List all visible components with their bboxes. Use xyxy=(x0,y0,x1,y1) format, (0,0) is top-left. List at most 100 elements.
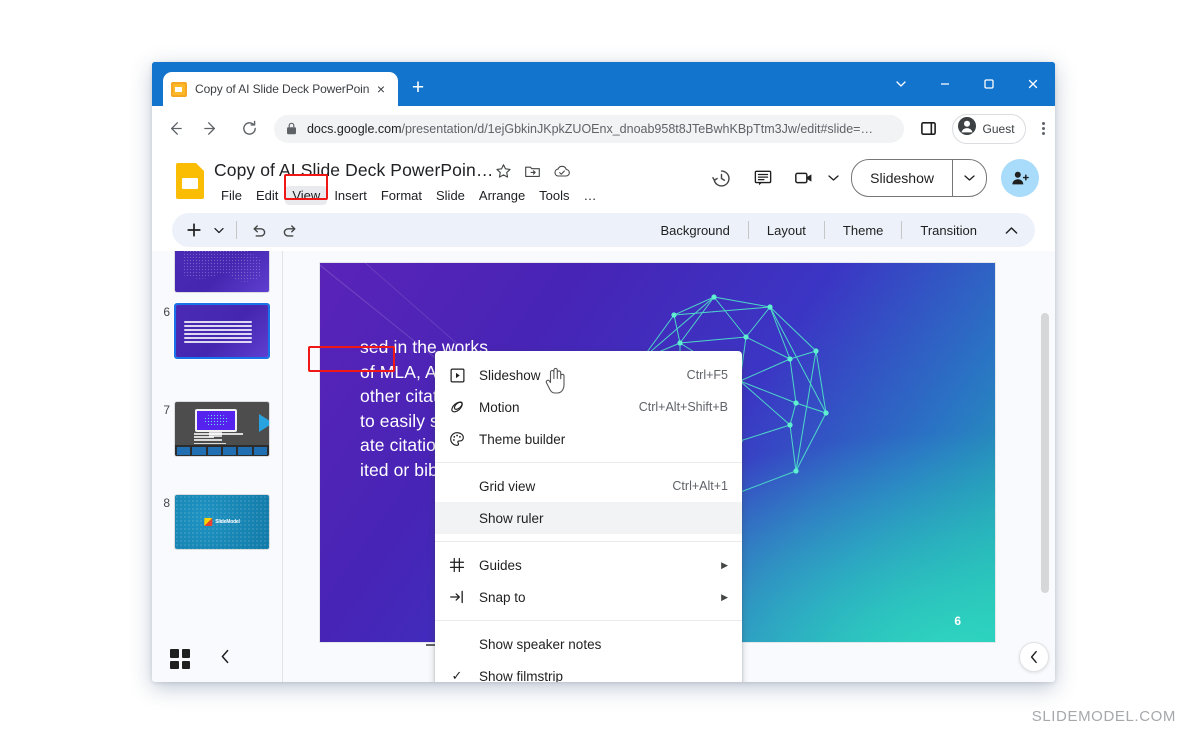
browser-tab[interactable]: Copy of AI Slide Deck PowerPoin × xyxy=(163,72,398,106)
header-right-actions: Slideshow xyxy=(702,159,1039,197)
close-window-button[interactable] xyxy=(1011,62,1055,106)
menu-arrange[interactable]: Arrange xyxy=(472,186,532,205)
version-history-icon[interactable] xyxy=(702,159,740,197)
menu-item-motion[interactable]: Motion Ctrl+Alt+Shift+B xyxy=(435,391,742,423)
menu-format[interactable]: Format xyxy=(374,186,429,205)
slide-thumbnail[interactable]: SlideModel xyxy=(174,494,270,550)
star-icon[interactable] xyxy=(495,163,512,185)
menu-item-label: Show speaker notes xyxy=(479,636,602,652)
window-controls xyxy=(879,62,1055,106)
present-video-icon[interactable] xyxy=(786,159,824,197)
motion-icon xyxy=(447,397,467,417)
tab-search-chevron-icon[interactable] xyxy=(879,62,923,106)
submenu-arrow-icon: ▶ xyxy=(721,591,728,602)
redo-button[interactable] xyxy=(275,216,303,244)
monitor-icon xyxy=(194,409,238,438)
document-title[interactable]: Copy of AI Slide Deck PowerPoin… xyxy=(214,160,493,181)
reload-button[interactable] xyxy=(235,114,264,144)
menu-item-theme-builder[interactable]: Theme builder xyxy=(435,423,742,455)
slide-thumbnail[interactable] xyxy=(174,251,270,293)
watermark: SLIDEMODEL.COM xyxy=(1031,708,1176,725)
menu-edit[interactable]: Edit xyxy=(249,186,285,205)
menu-insert[interactable]: Insert xyxy=(327,186,374,205)
close-tab-icon[interactable]: × xyxy=(372,80,390,98)
menu-bar: File Edit View Insert Format Slide Arran… xyxy=(214,186,604,205)
menu-overflow[interactable]: … xyxy=(577,186,604,205)
kebab-dot xyxy=(1041,132,1045,136)
kebab-dot xyxy=(1041,121,1045,125)
menu-item-slideshow[interactable]: Slideshow Ctrl+F5 xyxy=(435,359,742,391)
toolbar-left-group xyxy=(172,216,303,244)
chrome-menu-button[interactable] xyxy=(1032,116,1055,142)
theme-builder-icon xyxy=(447,429,467,449)
minimize-button[interactable] xyxy=(923,62,967,106)
maximize-button[interactable] xyxy=(967,62,1011,106)
menu-item-label: Show filmstrip xyxy=(479,668,564,683)
grid-view-icon[interactable] xyxy=(170,649,190,669)
slide-filmstrip[interactable]: 6 7 8 SlideModel xyxy=(152,251,283,682)
menu-file[interactable]: File xyxy=(214,186,249,205)
new-slide-dropdown-icon[interactable] xyxy=(210,216,228,244)
google-slides-app: Copy of AI Slide Deck PowerPoin… File Ed… xyxy=(152,151,1055,682)
divider xyxy=(823,221,825,239)
forward-button[interactable] xyxy=(197,114,226,144)
slide-thumbnail[interactable] xyxy=(174,401,270,457)
menu-item-shortcut: Ctrl+F5 xyxy=(686,368,728,382)
canvas-scrollbar[interactable] xyxy=(1041,313,1049,593)
menu-item-shortcut: Ctrl+Alt+1 xyxy=(672,479,728,493)
thumbnail-art xyxy=(175,402,269,456)
collapse-toolbar-icon[interactable] xyxy=(997,216,1025,244)
new-tab-button[interactable]: + xyxy=(406,77,430,101)
blank-icon xyxy=(447,476,467,496)
side-panel-icon[interactable] xyxy=(916,116,941,142)
move-to-folder-icon[interactable] xyxy=(524,163,541,185)
scrollbar-thumb[interactable] xyxy=(1041,313,1049,593)
browser-tab-title: Copy of AI Slide Deck PowerPoin xyxy=(195,82,370,96)
slides-favicon-icon xyxy=(171,81,187,97)
back-button[interactable] xyxy=(160,114,189,144)
list-item[interactable]: 7 xyxy=(152,401,282,457)
thumbnail-text-lines xyxy=(184,320,253,343)
background-button[interactable]: Background xyxy=(648,219,741,242)
address-bar-text: docs.google.com/presentation/d/1ejGbkinJ… xyxy=(307,122,873,136)
profile-chip[interactable]: Guest xyxy=(951,113,1026,144)
slideshow-dropdown-icon[interactable] xyxy=(953,174,986,182)
collapse-filmstrip-icon[interactable] xyxy=(220,649,231,669)
avatar xyxy=(957,116,977,141)
menu-slide[interactable]: Slide xyxy=(429,186,472,205)
expand-panel-button[interactable] xyxy=(1019,642,1049,672)
url-path: /presentation/d/1ejGbkinJKpkZUOEnx_dnoab… xyxy=(401,121,873,136)
menu-item-label: Guides xyxy=(479,557,522,573)
menu-item-show-ruler[interactable]: Show ruler xyxy=(435,502,742,534)
cloud-saved-icon[interactable] xyxy=(553,163,571,185)
new-slide-button[interactable] xyxy=(180,216,208,244)
comment-history-icon[interactable] xyxy=(744,159,782,197)
thumbnail-number: 8 xyxy=(163,496,170,510)
thumbnail-art xyxy=(175,251,269,292)
slideshow-button[interactable]: Slideshow xyxy=(851,159,987,197)
list-item[interactable]: 6 xyxy=(152,303,282,359)
thumbnail-strip xyxy=(175,445,269,456)
menu-tools[interactable]: Tools xyxy=(532,186,576,205)
menu-item-guides[interactable]: Guides ▶ xyxy=(435,549,742,581)
layout-button[interactable]: Layout xyxy=(755,219,818,242)
menu-view[interactable]: View xyxy=(285,186,328,205)
menu-separator xyxy=(435,620,742,621)
transition-button[interactable]: Transition xyxy=(908,219,989,242)
menu-item-snap-to[interactable]: Snap to ▶ xyxy=(435,581,742,613)
menu-item-label: Show ruler xyxy=(479,510,544,526)
menu-item-shortcut: Ctrl+Alt+Shift+B xyxy=(638,400,728,414)
share-button[interactable] xyxy=(1001,159,1039,197)
undo-button[interactable] xyxy=(245,216,273,244)
list-item[interactable]: 8 SlideModel xyxy=(152,494,282,550)
menu-item-show-speaker-notes[interactable]: Show speaker notes xyxy=(435,628,742,660)
theme-button[interactable]: Theme xyxy=(831,219,895,242)
menu-item-grid-view[interactable]: Grid view Ctrl+Alt+1 xyxy=(435,470,742,502)
slide-page-number: 6 xyxy=(954,614,961,628)
address-bar[interactable]: docs.google.com/presentation/d/1ejGbkinJ… xyxy=(273,114,905,143)
slide-thumbnail-selected[interactable] xyxy=(174,303,270,359)
list-item[interactable] xyxy=(152,251,282,293)
menu-item-show-filmstrip[interactable]: ✓ Show filmstrip xyxy=(435,660,742,682)
view-menu-dropdown[interactable]: Slideshow Ctrl+F5 Motion Ctrl+Alt+Shift+… xyxy=(435,351,742,682)
present-dropdown-arrow-icon[interactable] xyxy=(828,174,839,182)
